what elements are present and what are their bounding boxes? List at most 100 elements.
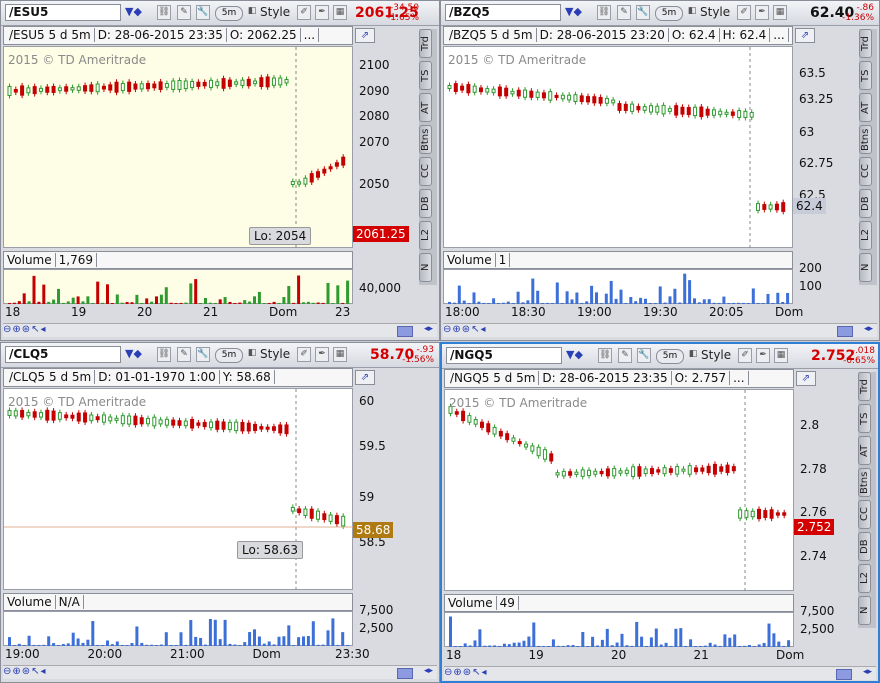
side-tab[interactable]: AT [858, 436, 871, 465]
wrench-icon[interactable]: 🔧 [637, 348, 651, 363]
grid-icon[interactable]: ▦ [773, 5, 787, 20]
volume-bar [639, 297, 643, 304]
volume-plot[interactable] [444, 612, 794, 647]
link-icon[interactable]: ⛓ [157, 347, 171, 362]
interval-button[interactable]: 5m [215, 348, 243, 363]
symbol-dropdown-icon[interactable]: ▼◆ [566, 348, 583, 361]
interval-button[interactable]: 5m [215, 6, 243, 21]
wrench-icon[interactable]: 🔧 [196, 5, 210, 20]
symbol-dropdown-icon[interactable]: ▼◆ [565, 5, 582, 18]
drawing-icon[interactable]: ✎ [617, 5, 631, 20]
interval-button[interactable]: 5m [655, 6, 683, 21]
chart-scrollbar[interactable]: ⊖⊕⊛↖◂ ◂▸ [3, 665, 437, 679]
scroll-end-button[interactable]: ◂▸ [424, 324, 433, 334]
side-tab[interactable]: TS [859, 61, 872, 90]
chart-scrollbar[interactable]: ⊖⊕⊛↖◂ ◂▸ [443, 323, 877, 337]
symbol-field[interactable]: /CLQ5 [5, 346, 121, 363]
drawing-icon[interactable]: ✎ [177, 5, 191, 20]
side-tab[interactable]: L2 [858, 564, 871, 593]
pencil-icon[interactable]: ✐ [737, 5, 751, 20]
time-axis: 18 19 20 21 Dom 23 [3, 305, 353, 319]
chart-scrollbar[interactable]: ⊖⊕⊛↖◂ ◂▸ [444, 666, 876, 680]
pencil-icon[interactable]: ✐ [297, 347, 311, 362]
drawing-icon[interactable]: ✎ [618, 348, 632, 363]
style-button[interactable]: Style [701, 348, 731, 362]
volume-bar [707, 299, 711, 304]
symbol-dropdown-icon[interactable]: ▼◆ [125, 5, 142, 18]
price-tick: 2.8 [800, 418, 820, 432]
scroll-thumb[interactable] [837, 326, 853, 337]
zoom-controls[interactable]: ⊖⊕⊛↖◂ [444, 667, 488, 678]
volume-plot[interactable] [3, 611, 353, 646]
side-tab[interactable]: CC [858, 500, 871, 529]
side-tab[interactable]: L2 [419, 221, 432, 250]
pencil-icon[interactable]: ✐ [297, 5, 311, 20]
volume-bar [571, 645, 575, 647]
interval-button[interactable]: 5m [656, 349, 684, 364]
link-icon[interactable]: ⛓ [598, 348, 612, 363]
zoom-controls[interactable]: ⊖⊕⊛↖◂ [443, 324, 487, 335]
side-tab[interactable]: CC [859, 157, 872, 186]
pen-icon[interactable]: ✒ [315, 5, 329, 20]
side-tab[interactable]: Btns [858, 468, 871, 497]
scroll-thumb[interactable] [836, 669, 852, 680]
side-tab[interactable]: AT [859, 93, 872, 122]
chart-settings-icon[interactable]: ⇗ [795, 28, 815, 43]
side-tab[interactable]: N [419, 253, 432, 282]
wrench-icon[interactable]: 🔧 [636, 5, 650, 20]
side-tab[interactable]: DB [419, 189, 432, 218]
side-tab[interactable]: DB [858, 532, 871, 561]
side-tab[interactable]: Trd [858, 372, 871, 401]
chart-settings-icon[interactable]: ⇗ [796, 371, 816, 386]
volume-plot[interactable] [3, 269, 353, 304]
drawing-icon[interactable]: ✎ [177, 347, 191, 362]
pen-icon[interactable]: ✒ [755, 5, 769, 20]
side-tab[interactable]: N [858, 596, 871, 625]
time-tick: Dom [252, 647, 281, 661]
side-tab[interactable]: TS [858, 404, 871, 433]
side-tab[interactable]: N [859, 253, 872, 282]
price-plot[interactable]: 2015 © TD Ameritrade [444, 389, 794, 592]
grid-icon[interactable]: ▦ [333, 347, 347, 362]
zoom-controls[interactable]: ⊖⊕⊛↖◂ [3, 666, 47, 677]
side-tab[interactable]: Btns [859, 125, 872, 154]
scroll-end-button[interactable]: ◂▸ [863, 667, 872, 677]
scroll-thumb[interactable] [397, 326, 413, 337]
symbol-field[interactable]: /BZQ5 [445, 4, 561, 21]
style-button[interactable]: Style [260, 347, 290, 361]
zoom-controls[interactable]: ⊖⊕⊛↖◂ [3, 324, 47, 335]
symbol-field[interactable]: /ESU5 [5, 4, 121, 21]
volume-plot[interactable] [443, 269, 793, 304]
side-tab[interactable]: Btns [419, 125, 432, 154]
chart-scrollbar[interactable]: ⊖⊕⊛↖◂ ◂▸ [3, 323, 437, 337]
pen-icon[interactable]: ✒ [756, 348, 770, 363]
scroll-end-button[interactable]: ◂▸ [864, 324, 873, 334]
pencil-icon[interactable]: ✐ [738, 348, 752, 363]
side-tab[interactable]: TS [419, 61, 432, 90]
side-tab[interactable]: CC [419, 157, 432, 186]
style-button[interactable]: Style [260, 5, 290, 19]
side-tab[interactable]: Trd [859, 29, 872, 58]
volume-bar [12, 302, 16, 304]
link-icon[interactable]: ⛓ [157, 5, 171, 20]
chart-settings-icon[interactable]: ⇗ [355, 370, 375, 385]
wrench-icon[interactable]: 🔧 [196, 347, 210, 362]
grid-icon[interactable]: ▦ [774, 348, 788, 363]
price-plot[interactable]: 2015 © TD Ameritrade [3, 388, 354, 591]
scroll-end-button[interactable]: ◂▸ [424, 666, 433, 676]
symbol-dropdown-icon[interactable]: ▼◆ [125, 347, 142, 360]
link-icon[interactable]: ⛓ [597, 5, 611, 20]
side-tab[interactable]: Trd [419, 29, 432, 58]
price-plot[interactable]: 2015 © TD Ameritrade [443, 46, 793, 249]
grid-icon[interactable]: ▦ [333, 5, 347, 20]
symbol-field[interactable]: /NGQ5 [446, 347, 562, 364]
pen-icon[interactable]: ✒ [315, 347, 329, 362]
chart-settings-icon[interactable]: ⇗ [355, 28, 375, 43]
side-tab[interactable]: L2 [859, 221, 872, 250]
scroll-thumb[interactable] [397, 668, 413, 679]
side-tab[interactable]: AT [419, 93, 432, 122]
style-button[interactable]: Style [700, 5, 730, 19]
side-tab[interactable]: DB [859, 189, 872, 218]
volume-bar [302, 302, 305, 304]
price-plot[interactable]: 2015 © TD Ameritrade [3, 46, 353, 249]
